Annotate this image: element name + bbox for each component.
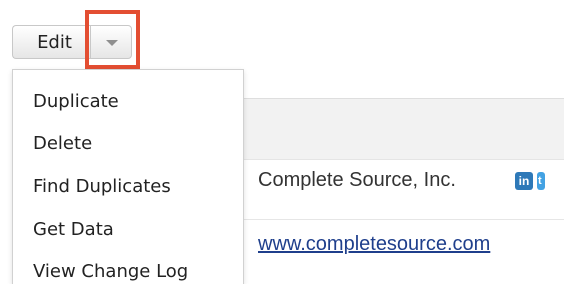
menu-item-find-duplicates[interactable]: Find Duplicates xyxy=(33,176,171,197)
social-icons: in t xyxy=(515,172,545,190)
edit-button[interactable]: Edit xyxy=(12,25,90,59)
account-name: Complete Source, Inc. xyxy=(258,169,456,191)
menu-item-get-data[interactable]: Get Data xyxy=(33,219,114,240)
actions-dropdown-menu: Duplicate Delete Find Duplicates Get Dat… xyxy=(12,69,244,284)
actions-dropdown-toggle[interactable] xyxy=(90,25,132,59)
menu-item-view-change-log[interactable]: View Change Log xyxy=(33,261,188,282)
website-link[interactable]: www.completesource.com xyxy=(258,233,490,256)
row-divider xyxy=(230,219,564,220)
linkedin-icon[interactable]: in xyxy=(515,172,533,190)
menu-item-duplicate[interactable]: Duplicate xyxy=(33,91,119,112)
menu-item-delete[interactable]: Delete xyxy=(33,133,92,154)
twitter-icon[interactable]: t xyxy=(537,172,545,190)
chevron-down-icon xyxy=(106,40,118,46)
record-panel-header xyxy=(230,98,564,160)
